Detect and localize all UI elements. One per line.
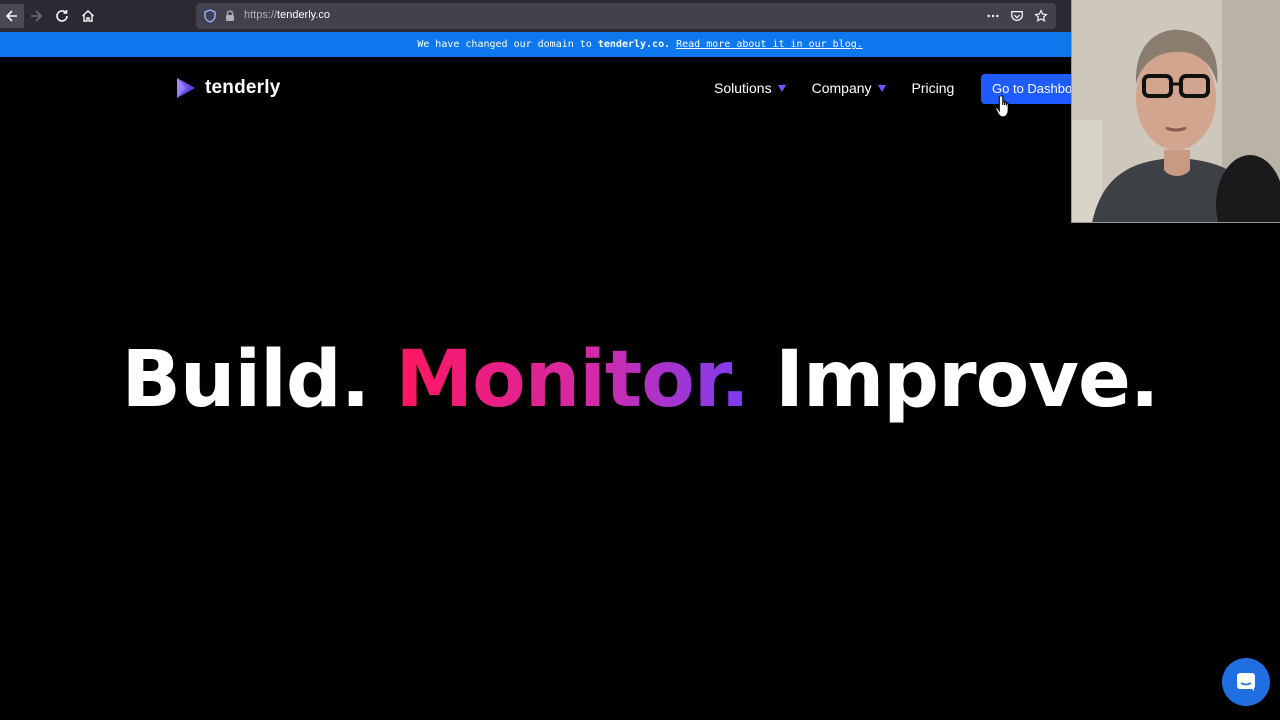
pocket-icon[interactable] xyxy=(1008,7,1026,25)
brand-name: tenderly xyxy=(205,77,281,98)
hero-improve: Improve. xyxy=(775,335,1160,425)
url-prefix: https:// xyxy=(244,9,278,21)
presenter-video xyxy=(1072,0,1280,222)
home-button[interactable] xyxy=(76,4,100,28)
more-actions-icon[interactable] xyxy=(984,7,1002,25)
chat-launcher-button[interactable] xyxy=(1222,658,1270,706)
back-arrow-icon xyxy=(5,10,17,22)
webcam-overlay xyxy=(1071,0,1280,223)
banner-text: We have changed our domain to xyxy=(417,39,592,50)
nav-pricing[interactable]: Pricing xyxy=(912,80,955,96)
url-actions xyxy=(984,7,1050,25)
nav-solutions-label: Solutions xyxy=(714,80,772,96)
nav-company[interactable]: Company xyxy=(812,80,886,96)
hero-build: Build. xyxy=(121,335,370,425)
lock-icon[interactable] xyxy=(222,8,238,24)
forward-arrow-icon xyxy=(31,10,43,22)
banner-domain: tenderly.co. xyxy=(597,39,671,50)
main-nav: Solutions Company Pricing xyxy=(714,80,954,96)
back-button[interactable] xyxy=(0,4,24,28)
shield-icon[interactable] xyxy=(202,8,218,24)
caret-down-icon xyxy=(777,84,786,92)
banner-blog-link[interactable]: Read more about it in our blog. xyxy=(676,39,863,50)
nav-company-label: Company xyxy=(811,80,872,96)
nav-pricing-label: Pricing xyxy=(911,80,955,96)
reload-button[interactable] xyxy=(50,4,74,28)
home-icon xyxy=(82,10,94,22)
address-bar[interactable]: https://tenderly.co xyxy=(196,3,1056,29)
url-text[interactable]: https://tenderly.co xyxy=(244,9,330,21)
hero-headline: Build. Monitor. Improve. xyxy=(0,335,1280,425)
chat-icon xyxy=(1237,673,1255,691)
tenderly-logo[interactable]: tenderly xyxy=(174,76,281,100)
nav-solutions[interactable]: Solutions xyxy=(714,80,786,96)
reload-icon xyxy=(56,10,68,22)
hand-cursor-icon xyxy=(995,95,1009,118)
bookmark-star-icon[interactable] xyxy=(1032,7,1050,25)
caret-down-icon xyxy=(877,84,886,92)
tenderly-logo-icon xyxy=(177,78,195,98)
url-domain: tenderly.co xyxy=(277,9,331,21)
hero-monitor: Monitor. xyxy=(395,335,750,425)
forward-button[interactable] xyxy=(24,4,48,28)
